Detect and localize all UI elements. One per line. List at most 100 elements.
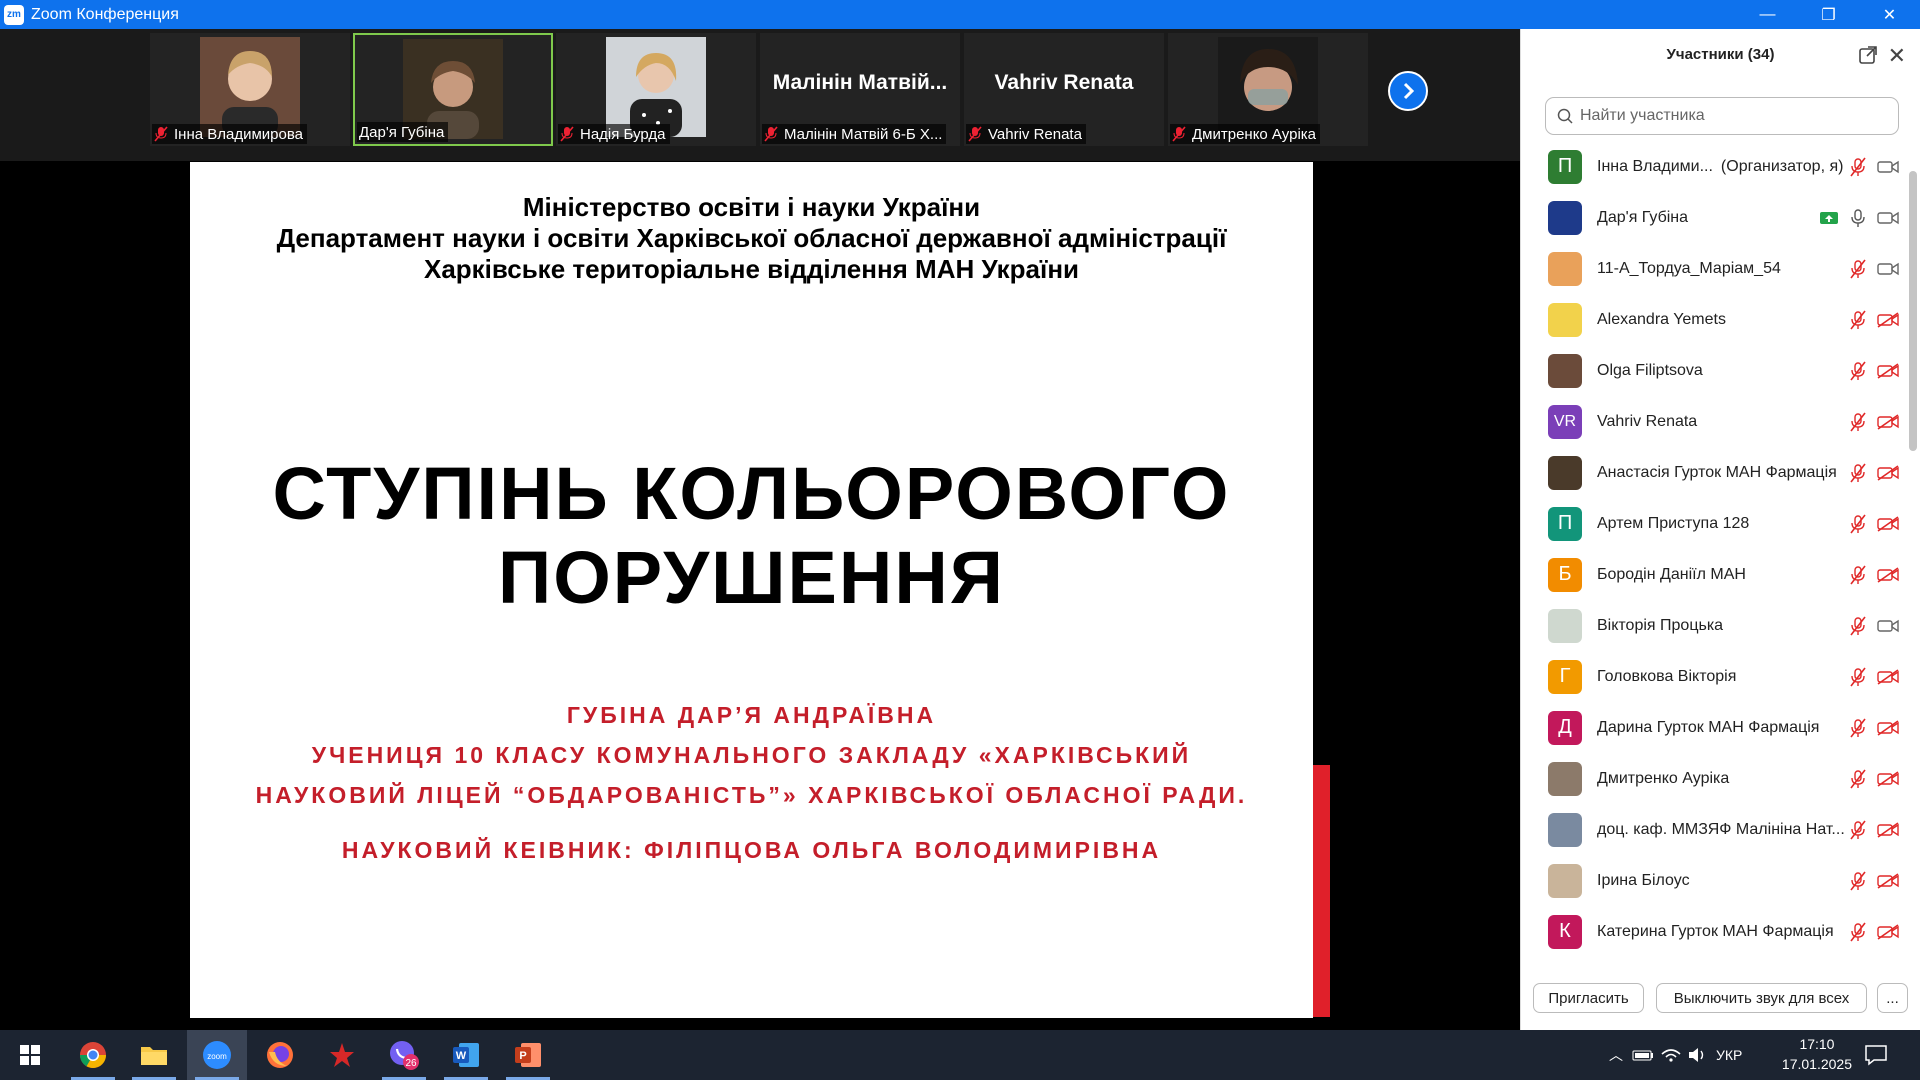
popout-icon[interactable] (1858, 45, 1878, 65)
mic-muted-icon[interactable] (1849, 565, 1867, 585)
avatar: П (1548, 506, 1582, 541)
start-button[interactable] (0, 1030, 60, 1080)
video-tile[interactable]: Надія Бурда (556, 33, 756, 146)
video-tile[interactable]: Малінін Матвій... Малінін Матвій 6-Б Х..… (760, 33, 960, 146)
video-tile[interactable]: Vahriv Renata Vahriv Renata (964, 33, 1164, 146)
participant-row[interactable]: П Інна Владими... (Организатор, я) (1521, 141, 1907, 192)
taskbar-powerpoint[interactable]: P (498, 1030, 558, 1080)
mic-muted-icon[interactable] (1849, 769, 1867, 789)
video-off-icon[interactable] (1877, 719, 1899, 736)
participant-label: Дмитренко Ауріка (1170, 124, 1321, 144)
taskbar-zoom[interactable]: zoom (187, 1030, 247, 1080)
participant-name-display: Vahriv Renata (994, 71, 1134, 94)
battery-icon[interactable] (1630, 1047, 1658, 1063)
mic-muted-icon[interactable] (1849, 412, 1867, 432)
video-icon[interactable] (1877, 210, 1899, 226)
mute-all-button[interactable]: Выключить звук для всех (1656, 983, 1867, 1013)
participant-status-icons (1849, 718, 1899, 738)
more-options-button[interactable]: ... (1877, 983, 1908, 1013)
close-button[interactable]: ✕ (1859, 0, 1920, 29)
mic-muted-icon[interactable] (1849, 871, 1867, 891)
mic-muted-icon[interactable] (1849, 259, 1867, 279)
system-tray: ︿ УКР (1602, 1030, 1742, 1080)
taskbar-firefox[interactable] (250, 1030, 310, 1080)
participant-name: Olga Filiptsova (1597, 361, 1703, 379)
participant-name: Артем Приступа 128 (1597, 514, 1750, 532)
search-field[interactable] (1545, 97, 1899, 135)
chevron-up-icon[interactable]: ︿ (1602, 1045, 1630, 1065)
participant-row[interactable]: Alexandra Yemets (1521, 294, 1907, 345)
scrollbar[interactable] (1909, 141, 1917, 989)
video-off-icon[interactable] (1877, 668, 1899, 685)
mic-muted-icon[interactable] (1849, 463, 1867, 483)
maximize-button[interactable]: ❐ (1798, 0, 1859, 29)
taskbar-viber[interactable]: 26 (374, 1030, 434, 1080)
mic-muted-icon[interactable] (1849, 667, 1867, 687)
clock[interactable]: 17:10 17.01.2025 (1782, 1034, 1852, 1074)
participant-status-icons (1849, 310, 1899, 330)
video-off-icon[interactable] (1877, 464, 1899, 481)
participant-name: Vahriv Renata (1597, 412, 1698, 430)
participant-row[interactable]: доц. каф. ММЗЯФ Малініна Нат... (1521, 804, 1907, 855)
taskbar-app[interactable] (312, 1030, 372, 1080)
video-icon[interactable] (1877, 618, 1899, 634)
language-indicator[interactable]: УКР (1716, 1047, 1742, 1063)
scrollbar-thumb[interactable] (1909, 171, 1917, 451)
video-off-icon[interactable] (1877, 821, 1899, 838)
participant-row[interactable]: Olga Filiptsova (1521, 345, 1907, 396)
wifi-icon[interactable] (1658, 1046, 1684, 1064)
mic-muted-icon[interactable] (1849, 310, 1867, 330)
mic-muted-icon[interactable] (1849, 157, 1867, 177)
participant-row[interactable]: 11-А_Тордуа_Маріам_54 (1521, 243, 1907, 294)
video-icon[interactable] (1877, 261, 1899, 277)
video-off-icon[interactable] (1877, 770, 1899, 787)
mic-muted-icon[interactable] (1849, 361, 1867, 381)
participant-row[interactable]: VR Vahriv Renata (1521, 396, 1907, 447)
taskbar-file-explorer[interactable] (124, 1030, 184, 1080)
mic-muted-icon[interactable] (1849, 718, 1867, 738)
avatar: Б (1548, 557, 1582, 592)
participant-row[interactable]: Анастасія Гурток МАН Фармація (1521, 447, 1907, 498)
video-off-icon[interactable] (1877, 923, 1899, 940)
taskbar-chrome[interactable] (63, 1030, 123, 1080)
video-off-icon[interactable] (1877, 413, 1899, 430)
mic-muted-icon[interactable] (1849, 616, 1867, 636)
video-tile-active-speaker[interactable]: Дар'я Губіна (353, 33, 553, 146)
participant-row[interactable]: Дмитренко Ауріка (1521, 753, 1907, 804)
video-icon[interactable] (1877, 159, 1899, 175)
app-icon (330, 1043, 354, 1067)
participant-row[interactable]: Ірина Білоус (1521, 855, 1907, 906)
video-off-icon[interactable] (1877, 872, 1899, 889)
close-panel-icon[interactable]: ✕ (1888, 43, 1906, 69)
mic-muted-icon[interactable] (1849, 820, 1867, 840)
mic-muted-icon[interactable] (1849, 922, 1867, 942)
video-off-icon[interactable] (1877, 515, 1899, 532)
participant-row[interactable]: Б Бородін Даніїл МАН (1521, 549, 1907, 600)
participant-row[interactable]: Вікторія Процька (1521, 600, 1907, 651)
participant-row[interactable]: Г Головкова Вікторія (1521, 651, 1907, 702)
participant-row[interactable]: К Катерина Гурток МАН Фармація (1521, 906, 1907, 957)
video-tile[interactable]: Дмитренко Ауріка (1168, 33, 1368, 146)
taskbar-word[interactable]: W (436, 1030, 496, 1080)
avatar (1548, 812, 1582, 847)
mic-muted-icon (560, 126, 574, 142)
invite-button[interactable]: Пригласить (1533, 983, 1644, 1013)
avatar (1548, 302, 1582, 337)
minimize-button[interactable]: — (1737, 0, 1798, 29)
mic-icon[interactable] (1849, 208, 1867, 228)
participant-row[interactable]: Д Дарина Гурток МАН Фармація (1521, 702, 1907, 753)
participant-row[interactable]: П Артем Приступа 128 (1521, 498, 1907, 549)
notifications-button[interactable] (1864, 1030, 1888, 1080)
zoom-logo-icon: zm (4, 4, 24, 25)
video-off-icon[interactable] (1877, 311, 1899, 328)
viber-icon: 26 (390, 1041, 419, 1070)
mic-muted-icon[interactable] (1849, 514, 1867, 534)
participant-row[interactable]: Дар'я Губіна (1521, 192, 1907, 243)
volume-icon[interactable] (1684, 1046, 1710, 1064)
next-page-button[interactable] (1388, 71, 1428, 111)
participant-label: Малінін Матвій 6-Б Х... (762, 124, 947, 144)
video-tile[interactable]: Інна Владимирова (150, 33, 350, 146)
video-off-icon[interactable] (1877, 566, 1899, 583)
video-off-icon[interactable] (1877, 362, 1899, 379)
search-input[interactable] (1580, 107, 1880, 125)
